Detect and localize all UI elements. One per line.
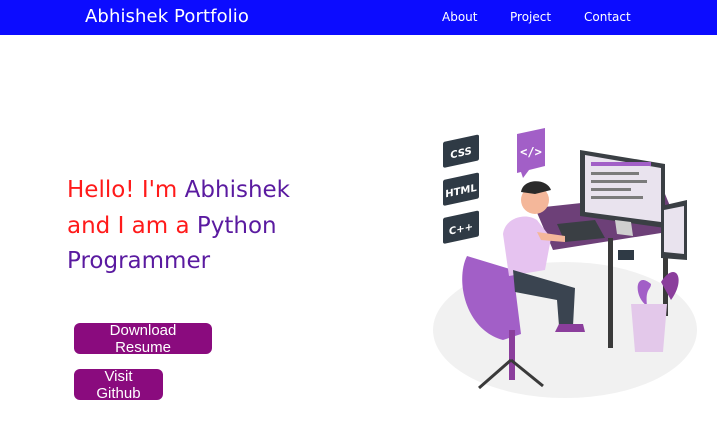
- language-text: Python: [196, 212, 277, 239]
- visit-github-button[interactable]: Visit Github: [74, 368, 163, 402]
- hero-heading: Hello! I'm Abhishek and I am a Python Pr…: [67, 173, 367, 280]
- cpp-tag-icon: C++: [443, 210, 479, 244]
- nav-link-project[interactable]: Project: [510, 10, 551, 24]
- css-tag-icon: CSS: [443, 134, 479, 168]
- html-tag-icon: HTML: [443, 172, 479, 206]
- download-resume-button[interactable]: Download Resume: [74, 322, 212, 356]
- top-navbar: Abhishek Portfolio About Project Contact: [0, 0, 717, 35]
- svg-text:</>: </>: [520, 145, 542, 159]
- nav-link-contact[interactable]: Contact: [584, 10, 631, 24]
- monitor-icon: [580, 150, 687, 260]
- hero-line-2: and I am a Python: [67, 209, 367, 245]
- role-text: Programmer: [67, 248, 211, 274]
- mouse-icon: [618, 250, 634, 260]
- hero-line-1: Hello! I'm Abhishek: [67, 173, 367, 209]
- nav-links: About Project Contact: [0, 10, 717, 26]
- programmer-illustration: CSS HTML C++ </>: [433, 128, 697, 398]
- name-text: Abhishek: [184, 177, 290, 203]
- role-intro-text: and I am a: [67, 212, 197, 239]
- greeting-text: Hello! I'm: [67, 177, 185, 203]
- nav-link-about[interactable]: About: [442, 10, 477, 24]
- code-bubble-icon: </>: [517, 128, 545, 178]
- hero-line-3: Programmer: [67, 244, 367, 280]
